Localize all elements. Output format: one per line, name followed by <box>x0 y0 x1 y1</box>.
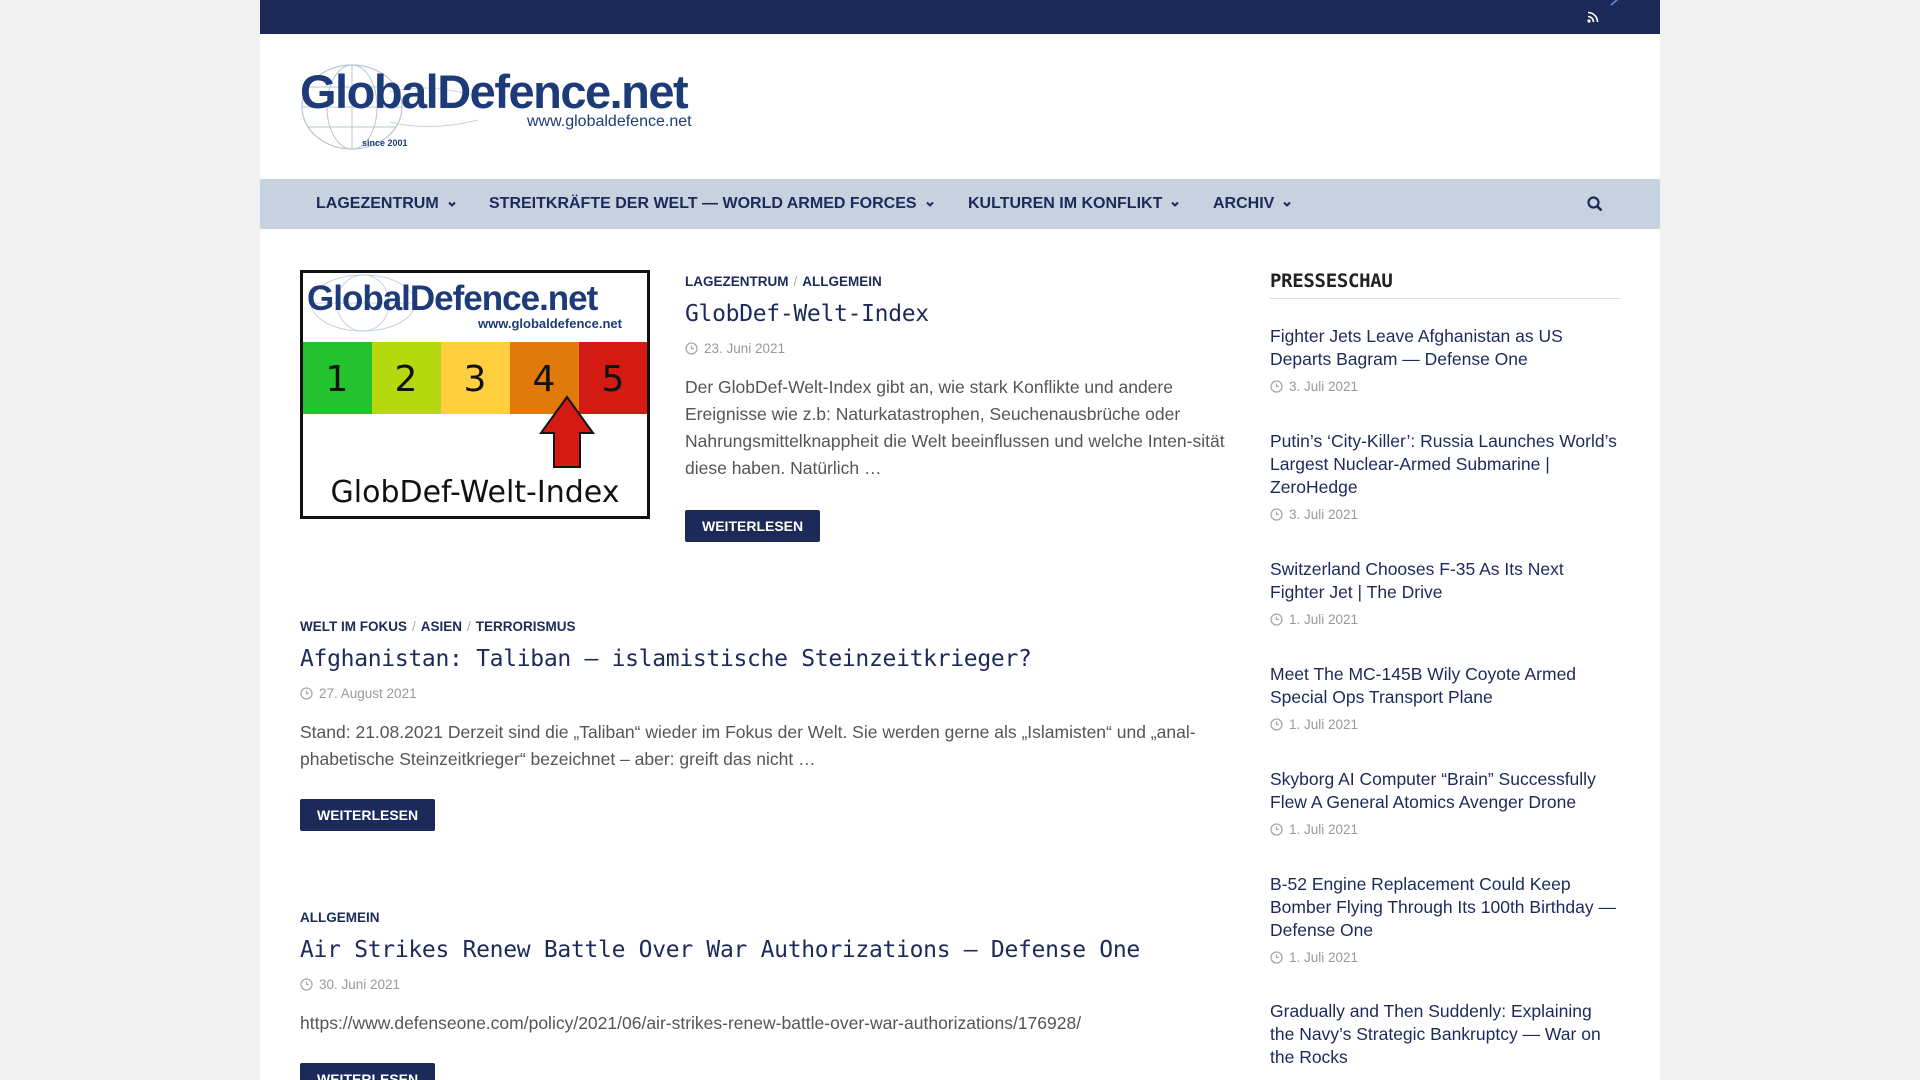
article-card: Allgemein Air Strikes Renew Battle Over … <box>300 910 1230 1080</box>
article-categories: Lagezentrum / Allgemein <box>685 274 1225 289</box>
presseschau-link[interactable]: Switzerland Chooses F-35 As Its Next Fig… <box>1270 558 1620 604</box>
read-more-button[interactable]: Weiterlesen <box>300 799 436 831</box>
article-card: Welt im Fokus / Asien / Terrorismus Afghanis… <box>300 619 1230 831</box>
main-navigation: Lagezentrum Streitkräfte der Welt — Worl… <box>260 179 1660 229</box>
date-text: 1. Juli 2021 <box>1289 822 1359 837</box>
page: GlobalDefence.net www.globaldefence.net … <box>260 0 1660 1080</box>
nav-item-streitkraefte[interactable]: Streitkräfte der Welt — World Armed Forc… <box>489 179 935 229</box>
date-text: 27. August 2021 <box>319 686 417 701</box>
article-excerpt: Der GlobDef-Welt-Index gibt an, wie star… <box>685 377 1225 478</box>
search-icon[interactable] <box>1586 195 1604 213</box>
article-title[interactable]: GlobDef-Welt-Index <box>685 301 1225 327</box>
category-link[interactable]: Terrorismus <box>476 619 576 634</box>
rss-icon[interactable] <box>1586 10 1600 24</box>
presseschau-item: Meet The MC-145B Wily Coyote Armed Speci… <box>1270 663 1620 732</box>
chevron-down-icon <box>447 201 456 207</box>
presseschau-item: Putin’s ‘City-Killer’: Russia Launches W… <box>1270 430 1620 522</box>
category-link[interactable]: Welt im Fokus <box>300 619 407 634</box>
article-excerpt: Stand: 21.08.2021 Derzeit sind die „Tali… <box>300 722 1196 769</box>
logo-text: GlobalDefence.net <box>300 65 689 118</box>
arrow-icon <box>1610 0 1618 6</box>
site-logo[interactable]: GlobalDefence.net www.globaldefence.net … <box>300 62 700 152</box>
separator: / <box>467 619 471 634</box>
article-card: Lagezentrum / Allgemein GlobDef-Welt-Index… <box>685 274 1225 542</box>
category-link[interactable]: Allgemein <box>802 274 882 289</box>
clock-icon <box>685 342 698 355</box>
clock-icon <box>300 687 313 700</box>
nav-item-label: Lagezentrum <box>316 195 439 212</box>
presseschau-link[interactable]: Meet The MC-145B Wily Coyote Armed Speci… <box>1270 663 1620 709</box>
presseschau-date: 3. Juli 2021 <box>1270 379 1620 394</box>
nav-item-archiv[interactable]: Archiv <box>1213 179 1292 229</box>
presseschau-link[interactable]: Skyborg AI Computer “Brain” Successfully… <box>1270 768 1620 814</box>
date-text: 30. Juni 2021 <box>319 977 401 992</box>
clock-icon <box>1270 823 1283 836</box>
date-text: 3. Juli 2021 <box>1289 379 1359 394</box>
presseschau-link[interactable]: Gradually and Then Suddenly: Explaining … <box>1270 1000 1620 1069</box>
read-more-button[interactable]: Weiterlesen <box>300 1063 436 1080</box>
category-link[interactable]: Asien <box>421 619 462 634</box>
article-title[interactable]: Afghanistan: Taliban – islamistische Ste… <box>300 646 1230 672</box>
presseschau-link[interactable]: Putin’s ‘City-Killer’: Russia Launches W… <box>1270 430 1620 499</box>
clock-icon <box>1270 508 1283 521</box>
presseschau-item: Skyborg AI Computer “Brain” Successfully… <box>1270 768 1620 837</box>
clock-icon <box>1270 613 1283 626</box>
presseschau-item: B-52 Engine Replacement Could Keep Bombe… <box>1270 873 1620 965</box>
clock-icon <box>300 978 313 991</box>
level-1-label: 1 <box>326 359 349 400</box>
level-3-label: 3 <box>464 359 487 400</box>
chevron-down-icon <box>1171 201 1180 207</box>
date-text: 23. Juni 2021 <box>704 341 786 356</box>
article-categories: Allgemein <box>300 910 1230 925</box>
date-text: 1. Juli 2021 <box>1289 950 1359 965</box>
article-date: 27. August 2021 <box>300 686 1230 701</box>
date-text: 3. Juli 2021 <box>1289 507 1359 522</box>
presseschau-date: 1. Juli 2021 <box>1270 950 1620 965</box>
presseschau-item: Fighter Jets Leave Afghanistan as US Dep… <box>1270 325 1620 394</box>
sidebar-presseschau: Presseschau Fighter Jets Leave Afghanist… <box>1270 270 1620 1067</box>
category-link[interactable]: Allgemein <box>300 910 380 925</box>
read-more-button[interactable]: Weiterlesen <box>685 510 821 542</box>
logo-since: since 2001 <box>362 138 408 148</box>
level-2-label: 2 <box>395 359 418 400</box>
article-date: 23. Juni 2021 <box>685 341 1225 356</box>
presseschau-item: Switzerland Chooses F-35 As Its Next Fig… <box>1270 558 1620 627</box>
top-bar <box>260 0 1660 34</box>
nav-item-kulturen[interactable]: Kulturen im Konflikt <box>968 179 1180 229</box>
presseschau-date: 1. Juli 2021 <box>1270 822 1620 837</box>
clock-icon <box>1270 718 1283 731</box>
thumb-logo-text: GlobalDefence.net <box>307 279 599 318</box>
logo-url: www.globaldefence.net <box>527 113 692 130</box>
clock-icon <box>1270 380 1283 393</box>
nav-item-lagezentrum[interactable]: Lagezentrum <box>316 179 457 229</box>
separator: / <box>793 274 798 289</box>
presseschau-link[interactable]: B-52 Engine Replacement Could Keep Bombe… <box>1270 873 1620 942</box>
date-text: 1. Juli 2021 <box>1289 717 1359 732</box>
clock-icon <box>1270 951 1283 964</box>
welt-index-image: GlobalDefence.net www.globaldefence.net … <box>303 274 647 510</box>
article-excerpt: https://www.defenseone.com/policy/2021/0… <box>300 1013 1082 1033</box>
article-title[interactable]: Air Strikes Renew Battle Over War Author… <box>300 937 1230 963</box>
presseschau-link[interactable]: Fighter Jets Leave Afghanistan as US Dep… <box>1270 325 1620 371</box>
nav-item-label: Kulturen im Konflikt <box>968 195 1163 212</box>
category-link[interactable]: Lagezentrum <box>685 274 789 289</box>
article-thumbnail[interactable]: GlobalDefence.net www.globaldefence.net … <box>300 270 650 519</box>
presseschau-date: 3. Juli 2021 <box>1270 507 1620 522</box>
level-5-label: 5 <box>602 359 625 400</box>
thumb-logo-url: www.globaldefence.net <box>477 316 623 331</box>
thumb-caption: GlobDef-Welt-Index <box>331 475 620 510</box>
chevron-down-icon <box>925 201 934 207</box>
presseschau-item: Gradually and Then Suddenly: Explaining … <box>1270 1000 1620 1069</box>
level-4-label: 4 <box>533 359 556 400</box>
nav-item-label: Streitkräfte der Welt — World Armed Forc… <box>489 195 917 212</box>
chevron-down-icon <box>1283 201 1292 207</box>
article-date: 30. Juni 2021 <box>300 977 1230 992</box>
presseschau-date: 1. Juli 2021 <box>1270 612 1620 627</box>
date-text: 1. Juli 2021 <box>1289 612 1359 627</box>
presseschau-date: 1. Juli 2021 <box>1270 717 1620 732</box>
widget-title: Presseschau <box>1270 270 1620 299</box>
separator: / <box>412 619 416 634</box>
article-categories: Welt im Fokus / Asien / Terrorismus <box>300 619 1230 634</box>
nav-item-label: Archiv <box>1213 195 1275 212</box>
